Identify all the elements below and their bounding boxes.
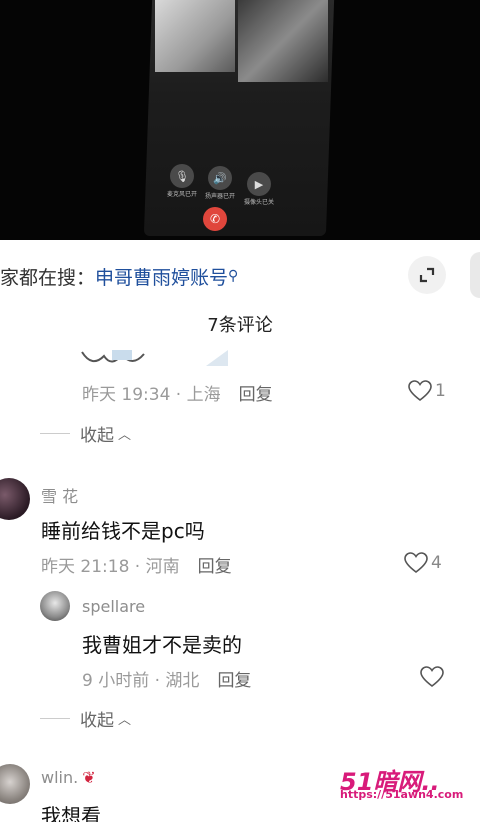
collapse-label: 收起 (80, 711, 114, 731)
comment-text: 睡前给钱不是pc吗 (41, 519, 205, 543)
video-player[interactable]: 🎙 麦克风已开 🔊 扬声器已开 ▶ 摄像头已关 ✆ (0, 0, 480, 240)
search-suggestion-text: 家都在搜：申哥曹雨婷账号⚲ (0, 263, 238, 290)
chevron-up-icon: ︿ (118, 428, 132, 443)
hangup-icon: ✆ (203, 207, 227, 231)
like-count: 1 (435, 381, 446, 401)
like-count: 4 (431, 553, 442, 573)
reply-time-location: 9 小时前 · 湖北 (82, 671, 200, 691)
call-control-label: 麦克风已开 (166, 191, 197, 198)
reply-button[interactable]: 回复 (239, 385, 273, 405)
like-button[interactable] (420, 666, 447, 688)
collapse-label: 收起 (80, 426, 114, 446)
reply-text: 我曹姐才不是卖的 (82, 633, 242, 657)
reply-meta: 9 小时前 · 湖北 回复 (82, 666, 251, 691)
heart-icon (404, 552, 428, 574)
collapse-replies-button[interactable]: 收起 ︿ (40, 706, 131, 731)
comment-username[interactable]: wlin. ❦ (41, 768, 96, 787)
comment-meta: 昨天 19:34 · 上海 回复 (82, 380, 273, 405)
search-query-link[interactable]: 申哥曹雨婷账号 (95, 267, 228, 289)
comment-meta: 昨天 21:18 · 河南 回复 (41, 552, 232, 577)
camera-off-icon: ▶ (247, 172, 271, 196)
expand-button[interactable] (408, 256, 446, 294)
chevron-up-icon: ︿ (118, 713, 132, 728)
search-prefix: 家都在搜： (0, 267, 96, 289)
lips-icon: ❦ (82, 768, 96, 787)
avatar[interactable] (0, 764, 30, 804)
video-thumbnail-left (155, 0, 235, 72)
heart-icon (420, 666, 444, 688)
reply-button[interactable]: 回复 (217, 671, 251, 691)
heart-icon (408, 380, 432, 402)
search-icon: ⚲ (228, 268, 239, 284)
watermark-url: https://51awn4.com (340, 788, 464, 801)
expand-icon (419, 267, 435, 283)
comment-username-text: wlin. (41, 768, 79, 787)
collapse-replies-button[interactable]: 收起 ︿ (40, 421, 131, 446)
call-control-label: 摄像头已关 (243, 199, 274, 206)
video-thumbnail-right (238, 0, 328, 82)
comment-username[interactable]: 雪 花 (41, 483, 78, 507)
divider-line (40, 433, 70, 434)
avatar[interactable] (0, 478, 30, 520)
emoji-sticker-partial (81, 350, 228, 366)
microphone-icon: 🎙 (170, 164, 194, 188)
speaker-icon: 🔊 (208, 166, 232, 190)
call-control-label: 扬声器已开 (204, 193, 235, 200)
reply-username[interactable]: spellare (82, 597, 145, 616)
watermark: 51暗网.. https://51awn4.com (340, 762, 480, 802)
side-panel-edge (470, 252, 480, 298)
comment-time-location: 昨天 19:34 · 上海 (82, 385, 221, 405)
comment-time-location: 昨天 21:18 · 河南 (41, 557, 180, 577)
like-button[interactable]: 1 (408, 380, 446, 402)
reply-button[interactable]: 回复 (198, 557, 232, 577)
avatar[interactable] (40, 591, 70, 621)
divider-line (40, 718, 70, 719)
like-button[interactable]: 4 (404, 552, 442, 574)
comment-text: 我想看 (41, 804, 101, 822)
comment-count-title: 7条评论 (207, 315, 273, 336)
